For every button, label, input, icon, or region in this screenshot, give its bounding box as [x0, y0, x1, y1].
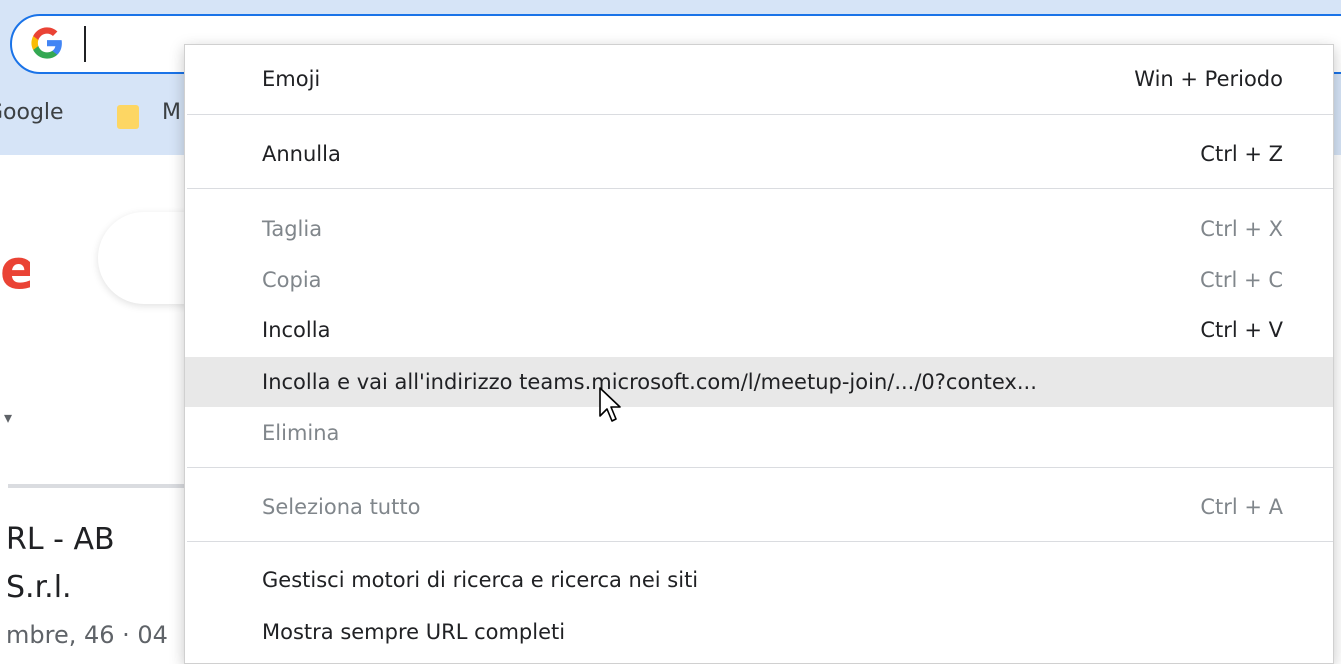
- menu-item-taglia[interactable]: Taglia Ctrl + X: [185, 204, 1333, 254]
- menu-item-copia[interactable]: Copia Ctrl + C: [185, 255, 1333, 305]
- result-address: mbre, 46 · 04: [6, 621, 168, 649]
- menu-item-shortcut: Ctrl + C: [1200, 268, 1283, 292]
- menu-item-label: Mostra sempre URL completi: [262, 620, 566, 644]
- menu-separator: [187, 541, 1333, 542]
- menu-item-label: Taglia: [262, 217, 323, 241]
- menu-item-label: Seleziona tutto: [262, 495, 421, 519]
- menu-item-incolla[interactable]: Incolla Ctrl + V: [185, 305, 1333, 355]
- menu-item-label: Elimina: [262, 421, 340, 445]
- mouse-pointer-icon: [599, 387, 621, 422]
- menu-item-label: Gestisci motori di ricerca e ricerca nei…: [262, 568, 699, 592]
- menu-item-label: Copia: [262, 268, 322, 292]
- menu-item-mostra-url[interactable]: Mostra sempre URL completi: [185, 607, 1333, 657]
- menu-item-label: Incolla e vai all'indirizzo teams.micros…: [262, 370, 1037, 394]
- bookmark-google[interactable]: Google: [0, 100, 64, 125]
- menu-item-incolla-e-vai[interactable]: Incolla e vai all'indirizzo teams.micros…: [185, 357, 1333, 407]
- menu-item-shortcut: Win + Periodo: [1134, 67, 1283, 91]
- bookmark-google-label: Google: [0, 100, 64, 125]
- context-menu: Emoji Win + Periodo Annulla Ctrl + Z Tag…: [184, 44, 1334, 664]
- dropdown-caret-icon: ▾: [4, 408, 13, 427]
- menu-item-shortcut: Ctrl + Z: [1200, 142, 1283, 166]
- menu-item-emoji[interactable]: Emoji Win + Periodo: [185, 54, 1333, 104]
- menu-separator: [187, 188, 1333, 189]
- menu-item-shortcut: Ctrl + A: [1200, 495, 1283, 519]
- menu-item-annulla[interactable]: Annulla Ctrl + Z: [185, 129, 1333, 179]
- result-title[interactable]: RL - AB: [6, 522, 115, 557]
- menu-separator: [187, 114, 1333, 115]
- menu-item-shortcut: Ctrl + X: [1200, 217, 1283, 241]
- folder-icon: [117, 105, 139, 129]
- menu-item-elimina[interactable]: Elimina: [185, 408, 1333, 458]
- page-logo-fragment: e: [0, 238, 30, 301]
- menu-item-shortcut: Ctrl + V: [1200, 318, 1283, 342]
- menu-item-label: Annulla: [262, 142, 341, 166]
- menu-item-gestisci-motori[interactable]: Gestisci motori di ricerca e ricerca nei…: [185, 555, 1333, 605]
- google-g-icon: [31, 27, 62, 59]
- page-divider: [8, 484, 188, 488]
- menu-item-label: Incolla: [262, 318, 331, 342]
- menu-item-seleziona-tutto[interactable]: Seleziona tutto Ctrl + A: [185, 482, 1333, 532]
- result-subtitle: S.r.l.: [6, 570, 72, 605]
- menu-separator: [187, 467, 1333, 468]
- text-caret: [84, 26, 86, 62]
- bookmark-folder[interactable]: M: [162, 100, 181, 125]
- menu-item-label: Emoji: [262, 67, 321, 91]
